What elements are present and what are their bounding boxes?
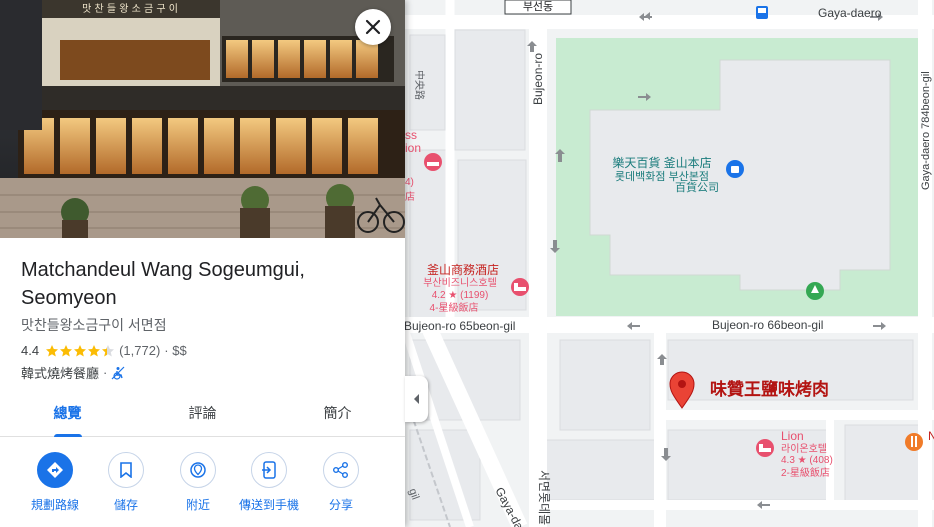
active-tab-indicator (54, 434, 82, 437)
send-to-phone-icon (251, 452, 287, 488)
send-to-phone-button[interactable]: 傳送到手機 (229, 450, 309, 513)
hotel-partial-2: ion (405, 141, 421, 155)
hotel-partial-3: 4) (405, 177, 414, 188)
share-icon (323, 452, 359, 488)
star-icon (88, 344, 101, 356)
street-label-gaya-daero: Gaya-daero (818, 6, 882, 20)
hotel-lion-class: 2-星級飯店 (781, 466, 830, 479)
action-buttons: 規劃路線 儲存 附近 傳送到手機 分享 (0, 450, 405, 520)
close-icon (365, 19, 381, 35)
place-title: Matchandeul Wang Sogeumgui, Seomyeon (21, 259, 305, 309)
price-level: · $$ (164, 343, 187, 358)
hotel-business-name: 釜山商務酒店 (427, 262, 499, 277)
nearby-label: 附近 (185, 498, 210, 512)
storefront-sign: 맛 찬 들 왕 소 금 구 이 (82, 3, 178, 15)
bottom-building-label: 서면롯데몰 (537, 470, 551, 525)
chevron-left-icon (413, 394, 419, 404)
hotel-partial-1: ss (405, 128, 417, 142)
rating-stars (45, 344, 115, 358)
star-icon (102, 344, 115, 356)
street-label-busandong: 부선동 (523, 0, 553, 13)
place-tabs: 總覽 評論 簡介 (0, 396, 405, 437)
close-button[interactable] (355, 9, 391, 45)
rating-value: 4.4 (21, 343, 40, 358)
hotel-lion-ko: 라이온호텔 (781, 443, 827, 455)
directions-icon (37, 452, 73, 488)
directions-button[interactable]: 規劃路線 (15, 450, 95, 513)
save-label: 儲存 (113, 498, 138, 512)
hotel-business-ko: 부산비즈니스호텔 (423, 277, 497, 289)
share-button[interactable]: 分享 (301, 450, 381, 513)
send-to-phone-label: 傳送到手機 (238, 498, 299, 512)
directions-label: 規劃路線 (30, 498, 79, 512)
tab-about[interactable]: 簡介 (270, 396, 405, 436)
hotel-business-class: 4-星級飯店 (430, 301, 479, 314)
transit-station-icon[interactable] (756, 6, 768, 19)
restaurant-partial: N (928, 429, 934, 443)
category-label[interactable]: 韓式燒烤餐廳 (21, 363, 99, 382)
rating-row: 4.4 (1,772) · $$ (21, 343, 187, 358)
nearby-icon (180, 452, 216, 488)
save-button[interactable]: 儲存 (86, 450, 166, 513)
review-count[interactable]: (1,772) (119, 343, 160, 358)
lotte-name: 樂天百貨 釜山本店 (612, 155, 711, 170)
star-icon (74, 344, 87, 356)
wheelchair-accessible-icon[interactable] (111, 366, 125, 380)
bookmark-icon (108, 452, 144, 488)
category-row: 韓式燒烤餐廳 · (21, 363, 125, 382)
tab-overview[interactable]: 總覽 (0, 396, 135, 436)
star-icon (46, 344, 59, 356)
share-label: 分享 (328, 498, 353, 512)
hotel-lion-rating: 4.3 ★ (408) (781, 455, 833, 466)
hotel-partial-4: 店 (405, 190, 415, 203)
fork-knife-icon (905, 433, 923, 451)
street-label-side-vertical: 中央路 (413, 70, 426, 100)
lotte-category: 百貨公司 (675, 180, 719, 194)
nearby-button[interactable]: 附近 (158, 450, 238, 513)
tab-reviews[interactable]: 評論 (135, 396, 270, 436)
selected-place-label: 味贊王鹽味烤肉 (710, 379, 829, 399)
hotel-business-rating: 4.2 ★ (1199) (432, 290, 489, 301)
park-poi[interactable] (806, 282, 824, 300)
place-panel: 맛 찬 들 왕 소 금 구 이 Matchandeul Wang Sogeumg… (0, 0, 405, 527)
place-photo[interactable]: 맛 찬 들 왕 소 금 구 이 (0, 0, 405, 238)
street-label-bujeon-ro-65: Bujeon-ro 65beon-gil (404, 319, 515, 333)
place-local-name: 맛찬들왕소금구이 서면점 (21, 317, 167, 333)
hotel-lion-name: Lion (781, 429, 804, 443)
star-icon (60, 344, 73, 356)
street-label-gaya-daero-784: Gaya-daero 784beon-gil (920, 71, 932, 190)
street-label-bujeon-ro: Bujeon-ro (531, 53, 545, 105)
collapse-panel-button[interactable] (405, 376, 428, 422)
street-label-bujeon-ro-66: Bujeon-ro 66beon-gil (712, 318, 823, 332)
